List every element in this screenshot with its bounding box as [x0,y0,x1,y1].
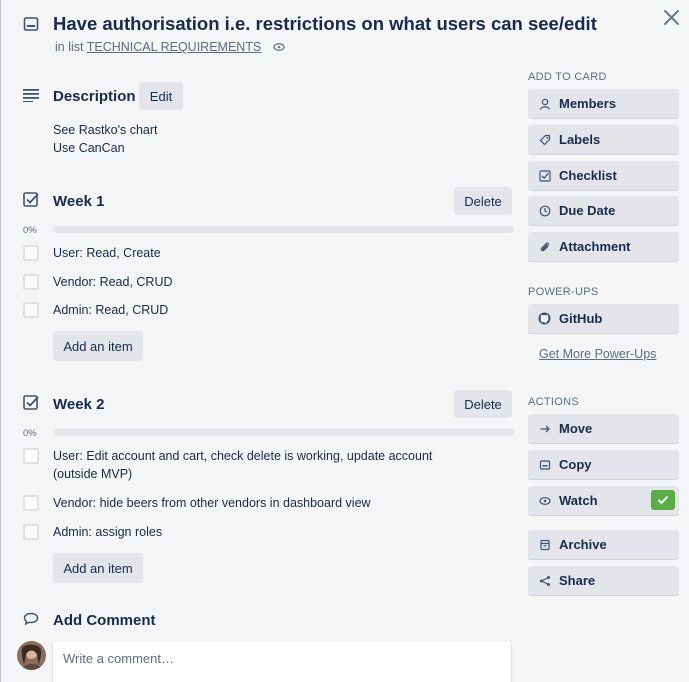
checklist-icon [23,395,39,410]
checklist-item-checkbox[interactable] [23,302,39,318]
checklist-title[interactable]: Week 2 [53,396,104,413]
github-icon [538,312,551,325]
checklist-icon [538,169,551,182]
checklist-item-checkbox[interactable] [23,274,39,290]
checklist-progress-bar [53,429,514,436]
checklist-button[interactable]: Checklist [528,161,679,190]
archive-icon [539,539,550,550]
copy-label: Copy [559,457,592,472]
share-button[interactable]: Share [528,566,679,595]
list-reference: in list TECHNICAL REQUIREMENTS [55,40,285,54]
add-comment-title: Add Comment [53,612,156,629]
archive-button[interactable]: Archive [528,530,679,559]
attachment-label: Attachment [559,239,631,254]
move-label: Move [559,421,593,436]
checklist-item-text[interactable]: Admin: Read, CRUD [53,301,168,319]
person-icon [539,98,550,110]
paperclip-icon [540,241,549,251]
copy-icon [539,459,550,470]
checklist-item-text[interactable]: Vendor: hide beers from other vendors in… [53,494,371,512]
description-title: Description [53,88,136,105]
comment-icon [23,612,39,626]
due-date-button[interactable]: Due Date [528,196,679,225]
checklist-item-line: User: Edit account and cart, check delet… [53,449,433,463]
members-label: Members [559,96,617,111]
checklist-item-checkbox[interactable] [23,524,39,540]
share-label: Share [559,573,596,588]
labels-button[interactable]: Labels [528,125,679,154]
description-icon [23,89,39,102]
checkmark-icon [657,495,669,505]
watch-checked-badge [651,490,675,510]
labels-label: Labels [559,132,601,147]
add-item-button[interactable]: Add an item [53,331,143,361]
checklist-item-text[interactable]: Vendor: Read, CRUD [53,273,173,291]
move-button[interactable]: Move [528,414,679,443]
avatar[interactable] [17,641,46,670]
archive-label: Archive [559,537,607,552]
close-icon[interactable] [661,7,683,29]
add-to-card-heading: ADD TO CARD [528,71,607,83]
comment-input[interactable]: Write a comment… [53,641,511,682]
clock-icon [539,205,550,216]
checklist-progress-percent: 0% [23,225,37,236]
description-line: Use CanCan [53,141,125,155]
checklist-item-line: (outside MVP) [53,467,133,481]
checklist-item-text[interactable]: Admin: assign roles [53,523,162,541]
github-label: GitHub [559,311,603,326]
checklist-item-checkbox[interactable] [23,245,39,261]
members-button[interactable]: Members [528,89,679,118]
card-title[interactable]: Have authorisation i.e. restrictions on … [53,13,597,35]
description-edit-button[interactable]: Edit [139,82,183,110]
checklist-item-checkbox[interactable] [23,495,39,511]
checklist-progress-bar [53,226,514,233]
arrow-right-icon [540,425,550,432]
in-list-prefix: in list [55,40,84,54]
copy-button[interactable]: Copy [528,450,679,479]
watch-button[interactable]: Watch [528,486,679,515]
description-line: See Rastko's chart [53,123,158,137]
tag-icon [539,134,550,145]
attachment-button[interactable]: Attachment [528,232,679,261]
checklist-progress-percent: 0% [23,428,37,439]
due-date-label: Due Date [559,203,616,218]
add-item-button[interactable]: Add an item [53,553,143,583]
checklist-icon [23,192,39,207]
actions-heading: ACTIONS [528,396,579,408]
list-link[interactable]: TECHNICAL REQUIREMENTS [87,40,262,54]
power-ups-heading: POWER-UPS [528,286,599,298]
checklist-item-text[interactable]: User: Read, Create [53,244,161,262]
eye-icon [273,43,285,51]
github-button[interactable]: GitHub [528,304,679,333]
watch-label: Watch [559,493,598,508]
checklist-item-checkbox[interactable] [23,448,39,464]
get-more-power-ups-link[interactable]: Get More Power-Ups [539,347,656,361]
checklist-delete-button[interactable]: Delete [454,390,512,418]
card-icon [23,17,39,31]
checklist-delete-button[interactable]: Delete [454,187,512,215]
checklist-title[interactable]: Week 1 [53,193,104,210]
checklist-label: Checklist [559,168,617,183]
checklist-item-text[interactable]: User: Edit account and cart, check delet… [53,447,432,483]
eye-icon [538,496,551,505]
share-icon [539,575,550,586]
